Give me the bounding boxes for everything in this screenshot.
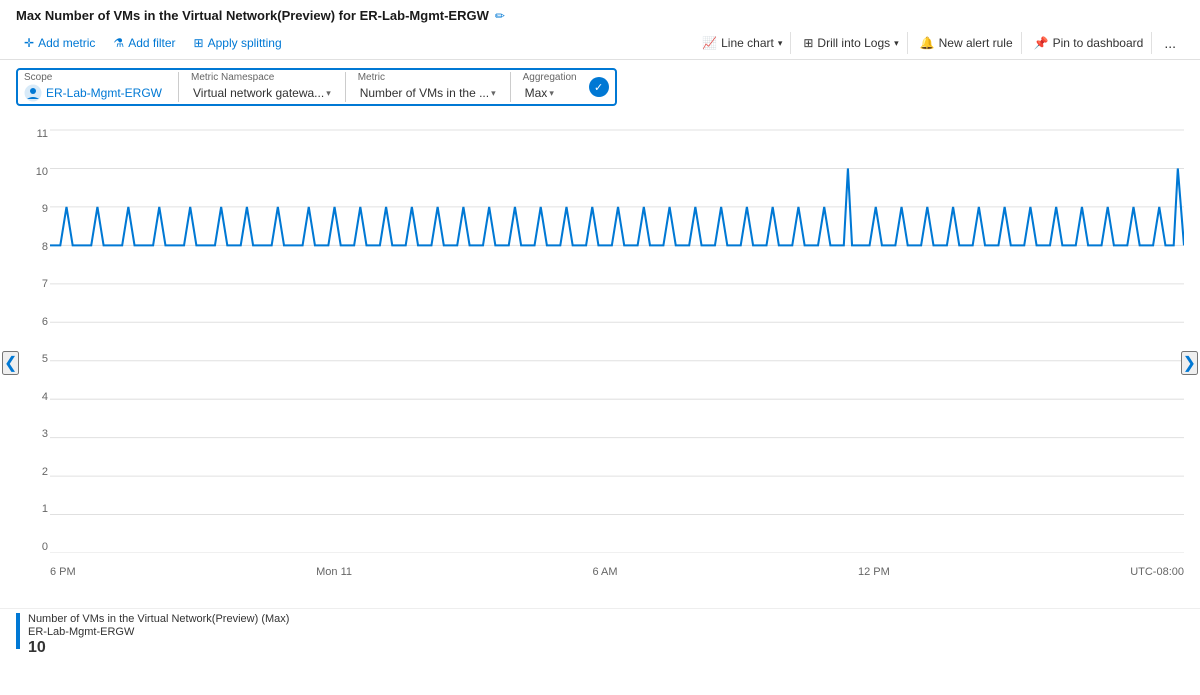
nav-arrow-right[interactable]: ❯ bbox=[1181, 351, 1198, 375]
namespace-dropdown[interactable]: Virtual network gatewa... ▾ bbox=[191, 84, 333, 102]
chart-wrapper: ❮ ❯ 0 1 2 3 4 5 6 7 8 9 10 11 bbox=[0, 118, 1200, 608]
drill-logs-icon: ⊞ bbox=[803, 36, 813, 50]
line-chart-svg bbox=[50, 128, 1184, 553]
y-label-6: 6 bbox=[8, 316, 48, 328]
scope-label: Scope bbox=[24, 72, 166, 83]
legend-color-bar bbox=[16, 613, 20, 649]
split-icon: ⊞ bbox=[194, 36, 204, 50]
filter-icon: ⚗ bbox=[113, 36, 124, 50]
namespace-chevron: ▾ bbox=[326, 88, 331, 99]
x-label-mon11: Mon 11 bbox=[316, 566, 352, 578]
aggregation-dropdown[interactable]: Max ▾ bbox=[523, 84, 577, 102]
y-label-10: 10 bbox=[8, 166, 48, 178]
y-label-8: 8 bbox=[8, 241, 48, 253]
namespace-field: Metric Namespace Virtual network gatewa.… bbox=[191, 72, 333, 102]
new-alert-button[interactable]: 🔔 New alert rule bbox=[912, 32, 1022, 54]
metric-config-row: Scope Metric Namespace Virtual network g… bbox=[0, 60, 1200, 114]
nav-arrow-left[interactable]: ❮ bbox=[2, 351, 19, 375]
x-label-12pm: 12 PM bbox=[858, 566, 890, 578]
metric-label: Metric bbox=[358, 72, 498, 83]
edit-icon[interactable]: ✏ bbox=[495, 9, 505, 23]
legend: Number of VMs in the Virtual Network(Pre… bbox=[0, 608, 1200, 663]
x-label-utc: UTC-08:00 bbox=[1130, 566, 1184, 578]
toolbar: ✛ Add metric ⚗ Add filter ⊞ Apply splitt… bbox=[0, 27, 1200, 60]
y-axis: 0 1 2 3 4 5 6 7 8 9 10 11 bbox=[8, 128, 48, 553]
y-label-7: 7 bbox=[8, 278, 48, 290]
metric-chevron: ▾ bbox=[491, 88, 496, 99]
metric-field: Metric Number of VMs in the ... ▾ bbox=[358, 72, 498, 102]
x-label-6am: 6 AM bbox=[592, 566, 617, 578]
line-chart-icon: 📈 bbox=[702, 36, 717, 50]
scope-field: Scope bbox=[24, 72, 166, 102]
y-label-1: 1 bbox=[8, 503, 48, 515]
more-options-button[interactable]: ... bbox=[1156, 31, 1184, 55]
namespace-label: Metric Namespace bbox=[191, 72, 333, 83]
line-chart-button[interactable]: 📈 Line chart ▾ bbox=[694, 32, 791, 54]
scope-icon bbox=[24, 84, 42, 102]
scope-input[interactable] bbox=[46, 86, 166, 100]
confirm-check[interactable]: ✓ bbox=[589, 77, 609, 97]
y-label-0: 0 bbox=[8, 541, 48, 553]
y-label-2: 2 bbox=[8, 466, 48, 478]
pin-icon: 📌 bbox=[1034, 36, 1049, 50]
add-metric-icon: ✛ bbox=[24, 36, 34, 50]
legend-scope: ER-Lab-Mgmt-ERGW bbox=[28, 626, 289, 638]
legend-metric-name: Number of VMs in the Virtual Network(Pre… bbox=[28, 613, 289, 625]
page-title: Max Number of VMs in the Virtual Network… bbox=[16, 8, 489, 23]
apply-splitting-button[interactable]: ⊞ Apply splitting bbox=[186, 32, 290, 54]
line-chart-chevron: ▾ bbox=[778, 38, 783, 49]
pin-dashboard-button[interactable]: 📌 Pin to dashboard bbox=[1026, 32, 1153, 54]
add-metric-button[interactable]: ✛ Add metric bbox=[16, 32, 103, 54]
aggregation-field: Aggregation Max ▾ bbox=[523, 72, 577, 102]
alert-icon: 🔔 bbox=[920, 36, 935, 50]
x-axis: 6 PM Mon 11 6 AM 12 PM UTC-08:00 bbox=[50, 566, 1184, 578]
add-filter-button[interactable]: ⚗ Add filter bbox=[105, 32, 183, 54]
x-label-6pm: 6 PM bbox=[50, 566, 76, 578]
y-label-9: 9 bbox=[8, 203, 48, 215]
metric-config-box: Scope Metric Namespace Virtual network g… bbox=[16, 68, 617, 106]
header: Max Number of VMs in the Virtual Network… bbox=[0, 0, 1200, 27]
y-label-4: 4 bbox=[8, 391, 48, 403]
drill-logs-button[interactable]: ⊞ Drill into Logs ▾ bbox=[795, 32, 907, 54]
aggregation-chevron: ▾ bbox=[549, 88, 554, 99]
y-label-11: 11 bbox=[8, 128, 48, 140]
aggregation-label: Aggregation bbox=[523, 72, 577, 83]
drill-logs-chevron: ▾ bbox=[894, 38, 899, 49]
metric-dropdown[interactable]: Number of VMs in the ... ▾ bbox=[358, 84, 498, 102]
y-label-3: 3 bbox=[8, 428, 48, 440]
legend-value: 10 bbox=[28, 639, 289, 657]
